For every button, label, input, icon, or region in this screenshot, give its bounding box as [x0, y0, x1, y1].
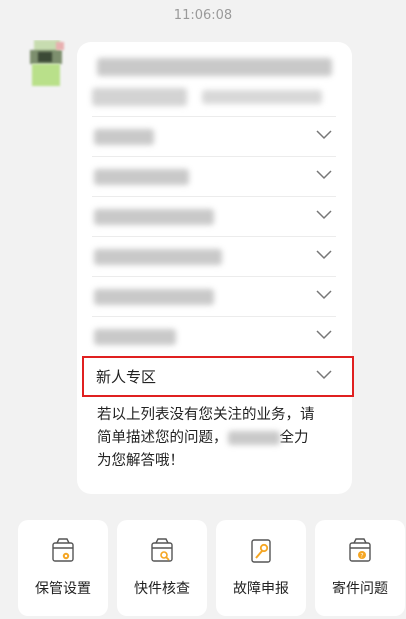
menu-item-5[interactable]: [92, 276, 336, 316]
tile-label: 保管设置: [35, 581, 91, 597]
tile-storage-settings[interactable]: 保管设置: [18, 520, 108, 616]
menu-item-label: [94, 289, 214, 305]
chevron-down-icon: [316, 330, 332, 340]
help-prompt-line-2-suffix: 全力: [279, 430, 309, 446]
help-prompt-text: 若以上列表没有您关注的业务，请 简单描述您的问题， 全力 为您解答哦！: [97, 404, 347, 473]
wrench-doc-icon: [251, 539, 271, 563]
help-prompt-line-1: 若以上列表没有您关注的业务，请: [97, 407, 315, 423]
quick-action-bar: 保管设置 快件核查 故障申报 ? 寄件问题: [0, 520, 406, 619]
tile-fault-report[interactable]: 故障申报: [216, 520, 306, 616]
bot-avatar[interactable]: [26, 40, 66, 88]
chevron-down-icon: [316, 250, 332, 260]
menu-item-label: [94, 129, 154, 145]
chevron-down-icon: [316, 290, 332, 300]
help-prompt-line-2-prefix: 简单描述您的问题，: [97, 430, 228, 446]
menu-item-label: [94, 329, 176, 345]
menu-item-4[interactable]: [92, 236, 336, 276]
redacted-text: [227, 431, 280, 445]
menu-item-3[interactable]: [92, 196, 336, 236]
help-prompt-line-2: 简单描述您的问题， 全力: [97, 427, 347, 450]
tile-label: 寄件问题: [332, 581, 388, 597]
tile-label: 快件核查: [134, 581, 190, 597]
menu-item-label: [94, 169, 189, 185]
menu-item-6[interactable]: [92, 316, 336, 356]
box-search-icon: [151, 538, 173, 562]
chevron-down-icon: [316, 210, 332, 220]
help-prompt-line-3: 为您解答哦！: [97, 453, 184, 469]
tile-shipping-issues[interactable]: ? 寄件问题: [315, 520, 405, 616]
chevron-down-icon: [316, 170, 332, 180]
message-bubble: 新人专区 若以上列表没有您关注的业务，请 简单描述您的问题， 全力 为您解答哦！: [77, 42, 352, 494]
box-gear-icon: [52, 538, 74, 562]
box-question-icon: ?: [349, 538, 371, 562]
menu-item-label: [94, 249, 222, 265]
tile-label: 故障申报: [233, 581, 289, 597]
chevron-down-icon: [316, 130, 332, 140]
tile-package-check[interactable]: 快件核查: [117, 520, 207, 616]
intro-text-redacted: [92, 52, 337, 114]
message-timestamp: 11:06:08: [173, 8, 233, 23]
menu-item-1[interactable]: [92, 116, 336, 156]
menu-item-label: [94, 209, 214, 225]
highlight-box: [82, 356, 354, 397]
svg-text:?: ?: [360, 553, 363, 560]
menu-item-2[interactable]: [92, 156, 336, 196]
